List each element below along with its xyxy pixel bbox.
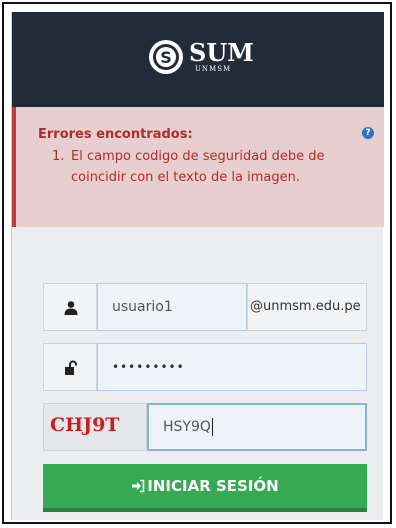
captcha-image: CHJ9T xyxy=(43,403,147,451)
login-button-label: INICIAR SESIÓN xyxy=(147,477,279,495)
question-circle-icon[interactable]: ? xyxy=(362,127,374,139)
sum-logo: S SUM UNMSM xyxy=(147,38,257,78)
email-domain-suffix: @unmsm.edu.pe xyxy=(247,283,367,331)
sum-logo-icon: S xyxy=(149,40,183,74)
captcha-text: CHJ9T xyxy=(50,414,120,436)
alert-item-text: El campo codigo de seguridad debe de coi… xyxy=(71,149,325,185)
error-alert: Errores encontrados: ? 1. El campo codig… xyxy=(12,107,384,227)
text-caret xyxy=(211,418,213,436)
logo-subtitle: UNMSM xyxy=(195,65,232,73)
login-button[interactable]: INICIAR SESIÓN xyxy=(43,464,367,512)
unlock-icon xyxy=(65,360,77,375)
user-icon xyxy=(64,301,78,315)
login-panel: S SUM UNMSM Errores encontrados: ? 1. El… xyxy=(11,12,384,520)
password-row: ••••••••• xyxy=(43,343,367,391)
sign-in-icon xyxy=(132,479,145,493)
username-addon xyxy=(43,283,97,331)
username-input[interactable]: usuario1 xyxy=(97,283,247,331)
svg-text:S: S xyxy=(160,48,172,67)
logo-title: SUM xyxy=(189,38,254,67)
alert-title: Errores encontrados: xyxy=(38,127,193,142)
password-input[interactable]: ••••••••• xyxy=(97,343,367,391)
alert-item-number: 1. xyxy=(52,149,65,164)
password-addon xyxy=(43,343,97,391)
header: S SUM UNMSM xyxy=(12,12,384,107)
captcha-input-value: HSY9Q xyxy=(163,419,211,435)
username-row: usuario1 @unmsm.edu.pe xyxy=(43,283,367,331)
captcha-input[interactable]: HSY9Q xyxy=(147,403,367,451)
